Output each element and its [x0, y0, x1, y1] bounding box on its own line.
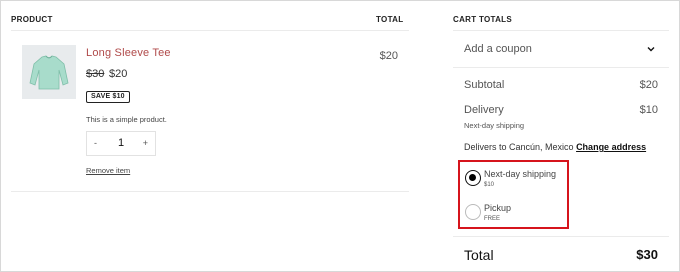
product-image[interactable]	[22, 45, 76, 99]
delivery-address: Delivers to Cancún, Mexico Change addres…	[464, 142, 646, 152]
cart-totals-header: CART TOTALS	[453, 15, 512, 24]
sale-price: $20	[109, 68, 128, 80]
subtotal-value: $20	[639, 79, 658, 91]
shipping-option-radio-next-day[interactable]	[465, 170, 481, 186]
shipping-options-group: Next-day shipping $10 Pickup FREE	[458, 160, 569, 229]
shipping-option-name: Pickup	[484, 203, 512, 213]
product-name-link[interactable]: Long Sleeve Tee	[86, 47, 171, 59]
delivery-method: Next-day shipping	[464, 121, 525, 130]
savings-badge: SAVE $10	[86, 91, 130, 103]
header-divider	[11, 30, 409, 31]
chevron-down-icon[interactable]	[646, 44, 656, 54]
product-description: This is a simple product.	[86, 115, 167, 124]
order-total-label: Total	[464, 247, 494, 263]
subtotal-label: Subtotal	[464, 79, 505, 91]
cart-totals-divider	[453, 30, 669, 31]
coupon-divider	[453, 67, 669, 68]
delivery-label: Delivery	[464, 104, 504, 116]
line-total: $20	[379, 50, 398, 62]
shipping-option-price: $10	[484, 182, 495, 188]
add-coupon-toggle[interactable]: Add a coupon	[464, 43, 532, 55]
quantity-stepper: - 1 +	[86, 131, 156, 156]
increase-quantity-button[interactable]: +	[143, 138, 148, 148]
remove-item-link[interactable]: Remove item	[86, 166, 130, 175]
shipping-option-price: FREE	[484, 216, 501, 222]
shipping-option-radio-pickup[interactable]	[465, 204, 481, 220]
total-divider	[453, 236, 669, 237]
delivery-value: $10	[639, 104, 658, 116]
long-sleeve-tee-icon	[29, 55, 69, 90]
change-address-link[interactable]: Change address	[576, 142, 646, 152]
total-column-header: TOTAL	[376, 15, 404, 24]
order-total-value: $30	[636, 247, 658, 262]
product-column-header: PRODUCT	[11, 15, 53, 24]
original-price: $30	[86, 68, 105, 80]
shipping-option-name: Next-day shipping	[484, 169, 557, 179]
row-divider	[11, 191, 409, 192]
delivery-address-text: Delivers to Cancún, Mexico	[464, 142, 574, 152]
